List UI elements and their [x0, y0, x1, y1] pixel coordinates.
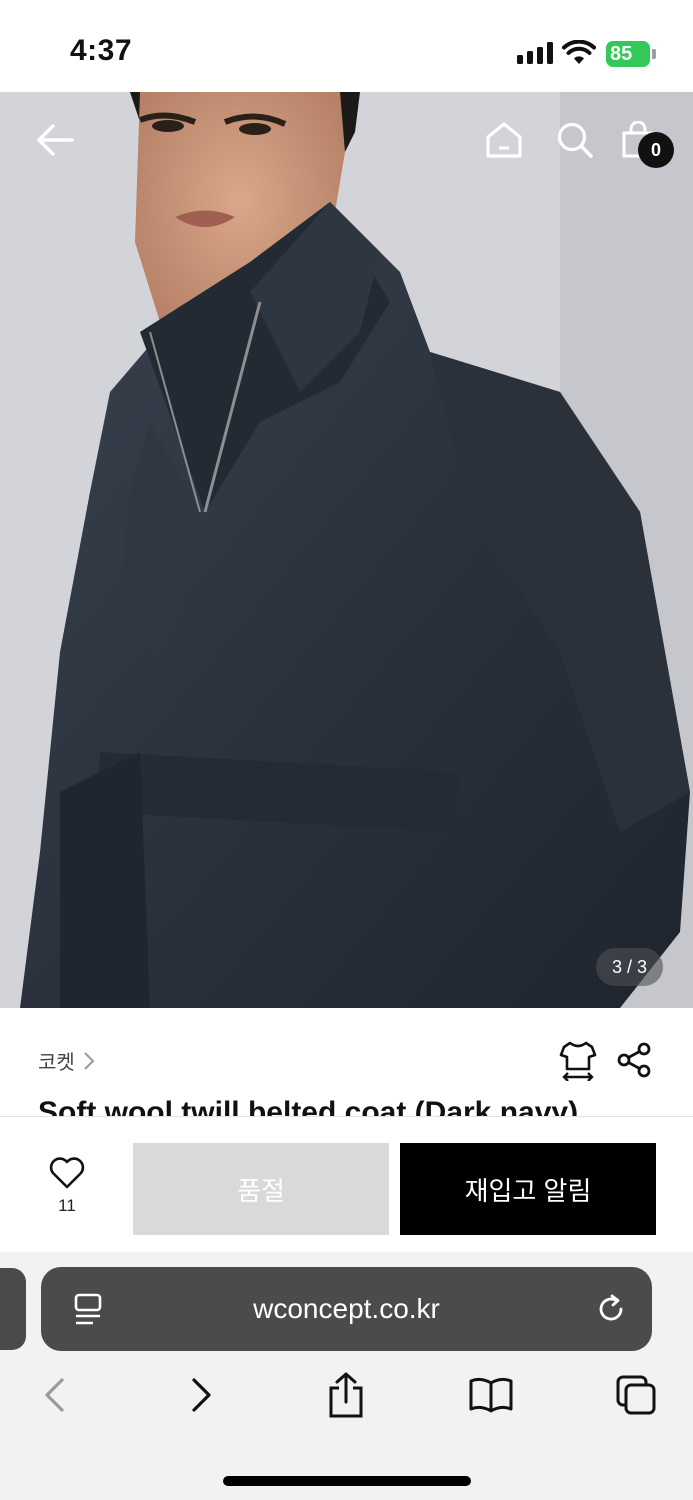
- chevron-right-icon: [84, 1051, 95, 1070]
- search-button[interactable]: [553, 118, 597, 162]
- like-button[interactable]: 11: [40, 1157, 94, 1216]
- product-title: Soft wool twill belted coat (Dark navy): [38, 1096, 579, 1118]
- status-bar: 4:37 85: [0, 0, 693, 92]
- reload-icon[interactable]: [595, 1293, 627, 1325]
- url-text: wconcept.co.kr: [253, 1293, 440, 1324]
- home-button[interactable]: [482, 118, 526, 162]
- share-icon: [617, 1042, 651, 1078]
- size-guide-icon: [559, 1041, 597, 1081]
- previous-tab-peek[interactable]: [0, 1268, 26, 1350]
- chevron-left-icon: [45, 1378, 64, 1412]
- cart-count-badge: 0: [638, 132, 674, 168]
- product-image[interactable]: 0 3 / 3: [0, 92, 693, 1008]
- wifi-icon: [562, 40, 596, 64]
- tabs-button[interactable]: [606, 1370, 666, 1420]
- chevron-right-icon: [192, 1378, 211, 1412]
- share-sheet-icon: [329, 1372, 363, 1418]
- back-arrow-icon: [37, 124, 74, 156]
- browser-forward-button[interactable]: [172, 1370, 232, 1420]
- back-button[interactable]: [30, 118, 80, 162]
- product-info: 코켓 Soft wool twill belted coat (Dark nav…: [0, 1008, 693, 1118]
- cellular-signal-icon: [517, 42, 553, 64]
- bookmarks-button[interactable]: [461, 1370, 521, 1420]
- search-icon: [557, 122, 593, 158]
- tabs-icon: [616, 1375, 656, 1415]
- purchase-action-bar: 11 품절 재입고 알림: [0, 1116, 693, 1253]
- address-bar[interactable]: wconcept.co.kr: [41, 1267, 652, 1351]
- like-count: 11: [58, 1196, 76, 1215]
- share-button[interactable]: [612, 1038, 656, 1082]
- heart-icon: [49, 1157, 85, 1189]
- brand-link[interactable]: 코켓: [38, 1046, 95, 1075]
- restock-alert-button[interactable]: 재입고 알림: [400, 1143, 656, 1235]
- battery-level: 85: [610, 42, 633, 65]
- model-photo: [0, 92, 693, 1008]
- browser-toolbar: wconcept.co.kr: [0, 1252, 693, 1500]
- soldout-button[interactable]: 품절: [133, 1143, 389, 1235]
- browser-share-button[interactable]: [316, 1370, 376, 1420]
- size-guide-button[interactable]: [556, 1038, 600, 1082]
- browser-back-button[interactable]: [24, 1370, 84, 1420]
- battery-indicator: 85: [606, 41, 650, 67]
- home-icon: [486, 122, 522, 158]
- open-book-icon: [469, 1377, 513, 1413]
- status-time: 4:37: [70, 34, 133, 67]
- home-indicator: [223, 1476, 471, 1486]
- brand-name: 코켓: [38, 1052, 75, 1074]
- image-counter: 3 / 3: [596, 948, 663, 986]
- battery-cap: [652, 49, 656, 59]
